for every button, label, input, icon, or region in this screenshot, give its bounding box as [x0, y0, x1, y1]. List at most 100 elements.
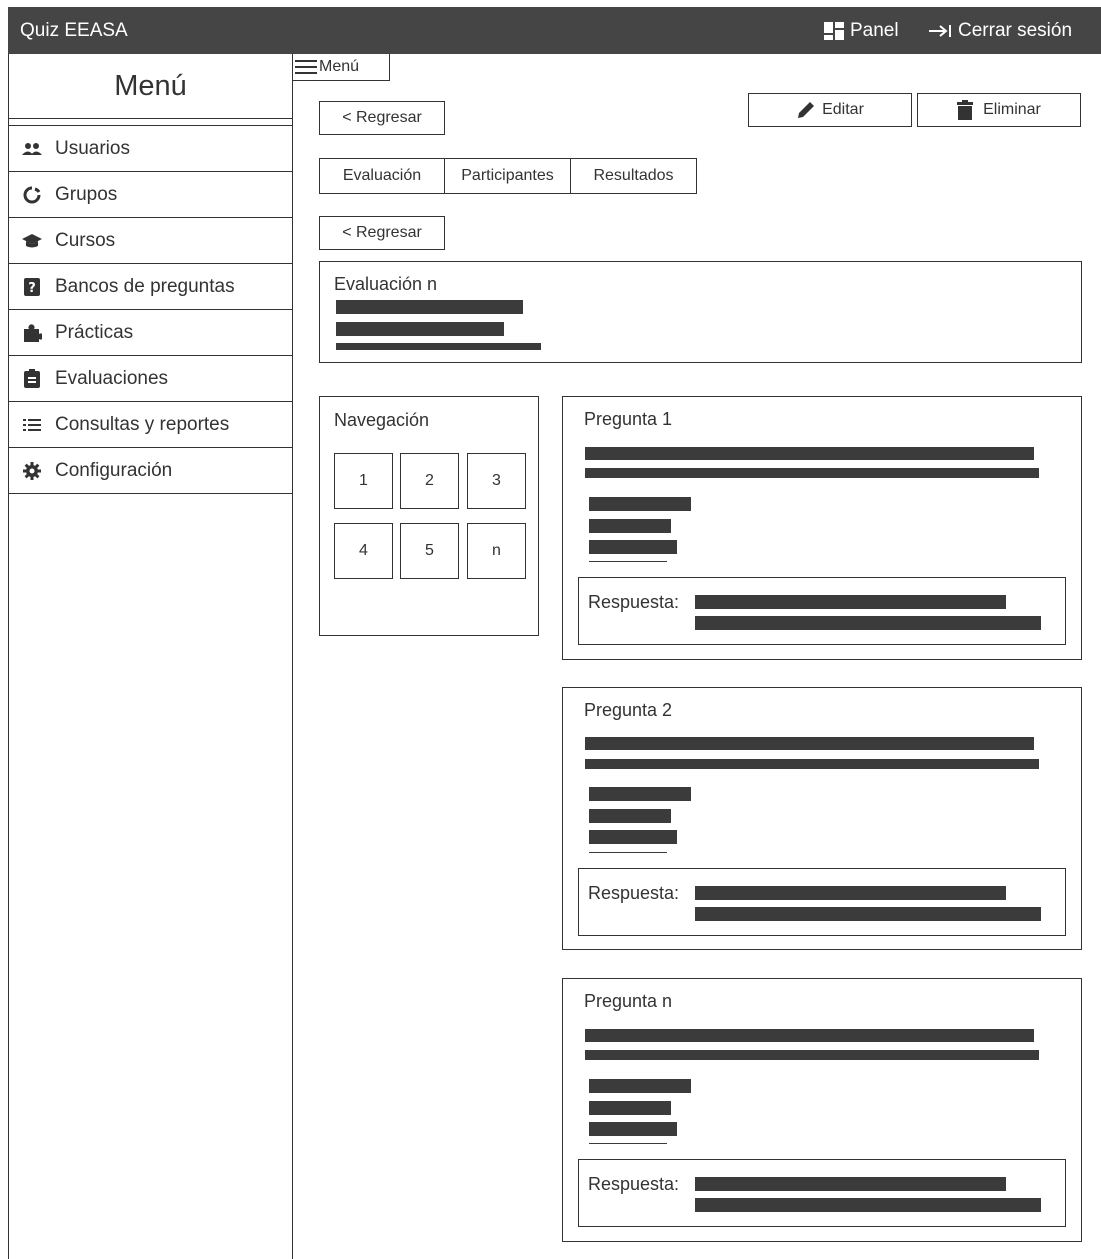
option-placeholder — [589, 561, 667, 562]
sidebar-item-usuarios[interactable]: Usuarios — [9, 126, 292, 172]
nav-question-button[interactable]: 1 — [334, 453, 393, 509]
nav-question-button[interactable]: 5 — [400, 523, 459, 579]
option-placeholder — [589, 1143, 667, 1144]
nav-question-button[interactable]: 3 — [467, 453, 526, 509]
puzzle-icon — [21, 323, 43, 343]
text-placeholder — [585, 1050, 1039, 1060]
nav-question-button[interactable]: 2 — [400, 453, 459, 509]
answer-placeholder — [695, 907, 1041, 921]
text-placeholder — [585, 737, 1034, 750]
sidebar-item-label: Consultas y reportes — [55, 413, 230, 435]
answer-placeholder — [695, 1177, 1006, 1191]
option-placeholder — [589, 852, 667, 853]
answer-label: Respuesta: — [588, 883, 680, 903]
text-placeholder — [585, 1029, 1034, 1042]
tab-evaluacion[interactable]: Evaluación — [319, 158, 445, 194]
answer-box[interactable]: Respuesta: — [578, 577, 1066, 645]
sign-out-icon — [929, 25, 951, 37]
text-placeholder — [336, 343, 541, 350]
sidebar-item-bancos[interactable]: ? Bancos de preguntas — [9, 264, 292, 310]
logout-link[interactable]: Cerrar sesión — [928, 20, 1072, 42]
delete-button[interactable]: Eliminar — [917, 93, 1081, 127]
panel-label: Panel — [850, 20, 899, 41]
option-placeholder — [589, 830, 677, 844]
evaluation-title: Evaluación n — [334, 274, 438, 294]
question-title: Pregunta 1 — [584, 409, 673, 429]
answer-placeholder — [695, 1198, 1041, 1212]
sidebar-title: Menú — [9, 54, 292, 119]
option-placeholder — [589, 809, 671, 823]
sidebar-item-label: Configuración — [55, 459, 173, 481]
evaluation-info-panel: Evaluación n — [319, 261, 1082, 363]
menu-toggle-button[interactable]: Menú — [292, 54, 390, 81]
question-square-icon: ? — [21, 277, 43, 297]
sidebar-item-label: Prácticas — [55, 321, 134, 343]
question-card: Pregunta 1 Respuesta: — [562, 396, 1082, 660]
back-button-secondary[interactable]: < Regresar — [319, 216, 445, 250]
clipboard-icon — [21, 369, 43, 389]
graduation-cap-icon — [21, 231, 43, 251]
gear-icon — [21, 461, 43, 481]
logout-label: Cerrar sesión — [958, 20, 1073, 41]
text-placeholder — [336, 322, 504, 336]
answer-placeholder — [695, 595, 1006, 609]
text-placeholder — [585, 759, 1039, 769]
sidebar-item-grupos[interactable]: Grupos — [9, 172, 292, 218]
list-icon — [21, 415, 43, 435]
sidebar-item-evaluaciones[interactable]: Evaluaciones — [9, 356, 292, 402]
question-card: Pregunta 2 Respuesta: — [562, 687, 1082, 950]
question-card: Pregunta n Respuesta: — [562, 978, 1082, 1242]
option-placeholder — [589, 1122, 677, 1136]
top-bar: Quiz EEASA Panel Cerrar sesión — [8, 7, 1101, 54]
tab-participantes[interactable]: Participantes — [444, 158, 571, 194]
app-title: Quiz EEASA — [20, 20, 128, 41]
nav-question-button[interactable]: 4 — [334, 523, 393, 579]
sidebar-item-practicas[interactable]: Prácticas — [9, 310, 292, 356]
delete-label: Eliminar — [983, 101, 1041, 118]
option-placeholder — [589, 787, 691, 801]
trash-icon — [957, 100, 974, 120]
sidebar-item-label: Evaluaciones — [55, 367, 169, 389]
sidebar-item-label: Cursos — [55, 229, 116, 251]
sidebar-item-configuracion[interactable]: Configuración — [9, 448, 292, 494]
sidebar-divider — [9, 119, 292, 126]
sidebar: Menú Usuarios Grupos Cursos ? Bancos de … — [8, 54, 293, 1259]
circle-notch-icon — [21, 185, 43, 205]
answer-label: Respuesta: — [588, 1174, 680, 1194]
users-icon — [21, 139, 43, 159]
navigation-title: Navegación — [334, 410, 430, 430]
option-placeholder — [589, 1079, 691, 1093]
sidebar-item-label: Grupos — [55, 183, 118, 205]
answer-placeholder — [695, 886, 1006, 900]
dashboard-icon — [824, 22, 844, 40]
svg-text:?: ? — [28, 281, 36, 296]
edit-button[interactable]: Editar — [748, 93, 912, 127]
option-placeholder — [589, 519, 671, 533]
sidebar-item-cursos[interactable]: Cursos — [9, 218, 292, 264]
edit-label: Editar — [822, 101, 864, 118]
option-placeholder — [589, 1101, 671, 1115]
answer-box[interactable]: Respuesta: — [578, 1159, 1066, 1227]
tabs: Evaluación Participantes Resultados — [319, 158, 697, 194]
panel-link[interactable]: Panel — [824, 20, 899, 42]
tab-resultados[interactable]: Resultados — [570, 158, 697, 194]
sidebar-item-label: Usuarios — [55, 137, 130, 159]
menu-toggle-label: Menú — [319, 58, 360, 75]
pencil-icon — [798, 102, 815, 118]
answer-placeholder — [695, 616, 1041, 630]
navigation-panel: Navegación 1 2 3 4 5 n — [319, 396, 539, 636]
question-title: Pregunta 2 — [584, 700, 673, 720]
option-placeholder — [589, 497, 691, 511]
answer-label: Respuesta: — [588, 592, 680, 612]
back-button[interactable]: < Regresar — [319, 101, 445, 135]
sidebar-item-consultas[interactable]: Consultas y reportes — [9, 402, 292, 448]
hamburger-icon — [295, 60, 317, 74]
text-placeholder — [585, 447, 1034, 460]
text-placeholder — [336, 300, 523, 314]
sidebar-item-label: Bancos de preguntas — [55, 275, 235, 297]
text-placeholder — [585, 468, 1039, 478]
option-placeholder — [589, 540, 677, 554]
question-title: Pregunta n — [584, 991, 673, 1011]
nav-question-button[interactable]: n — [467, 523, 526, 579]
answer-box[interactable]: Respuesta: — [578, 868, 1066, 936]
